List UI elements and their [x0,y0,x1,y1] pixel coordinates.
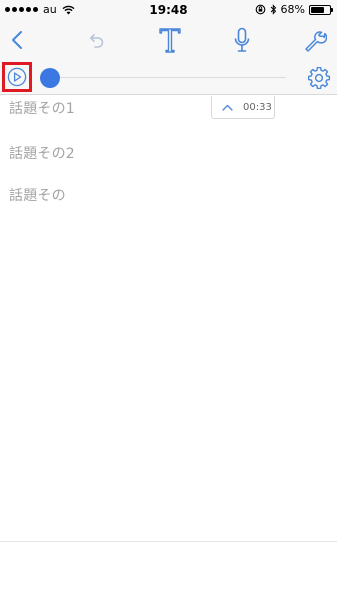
play-button[interactable] [2,62,32,92]
text-icon [159,28,181,53]
back-button[interactable] [2,25,32,55]
playback-time: 00:33 [243,101,272,113]
note-line[interactable]: 話題その [9,185,66,205]
gear-icon [307,66,331,90]
battery-percent: 68% [280,3,305,16]
play-icon [7,67,27,87]
toolbar [0,20,337,60]
status-bar: au 19:48 68% [0,0,337,20]
playback-track[interactable] [42,77,286,78]
undo-button[interactable] [81,25,111,55]
status-right: 68% [255,3,333,16]
back-icon [12,31,22,49]
wrench-icon [305,31,327,52]
playback-settings-button[interactable] [307,66,331,90]
microphone-icon [234,27,250,52]
orientation-lock-icon [255,4,265,15]
time-tab[interactable]: 00:33 [211,96,275,119]
undo-icon [90,34,104,48]
note-line[interactable]: 話題その2 [9,143,75,163]
chevron-up-icon [222,104,233,111]
playback-slider-thumb[interactable] [40,68,60,88]
tools-button[interactable] [300,25,330,55]
divider [0,541,337,542]
text-format-button[interactable] [155,25,185,55]
bluetooth-icon [270,4,276,15]
note-line[interactable]: 話題その1 [9,98,75,118]
microphone-button[interactable] [227,25,257,55]
screen: au 19:48 68% 00:33 話題その1 話題その2 話題その [0,0,337,600]
battery-icon [309,4,333,15]
